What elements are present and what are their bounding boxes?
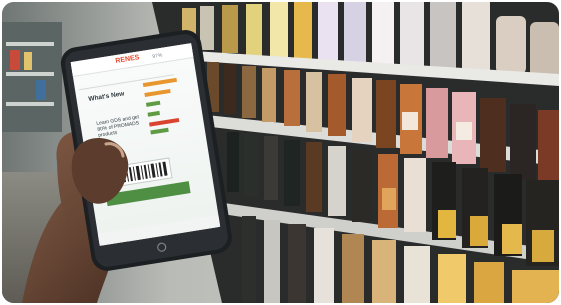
photo-frame: RENES 97% What's New Learn GDS and get 8… <box>2 2 559 303</box>
far-shelf <box>2 22 62 132</box>
store-scene <box>2 2 559 303</box>
